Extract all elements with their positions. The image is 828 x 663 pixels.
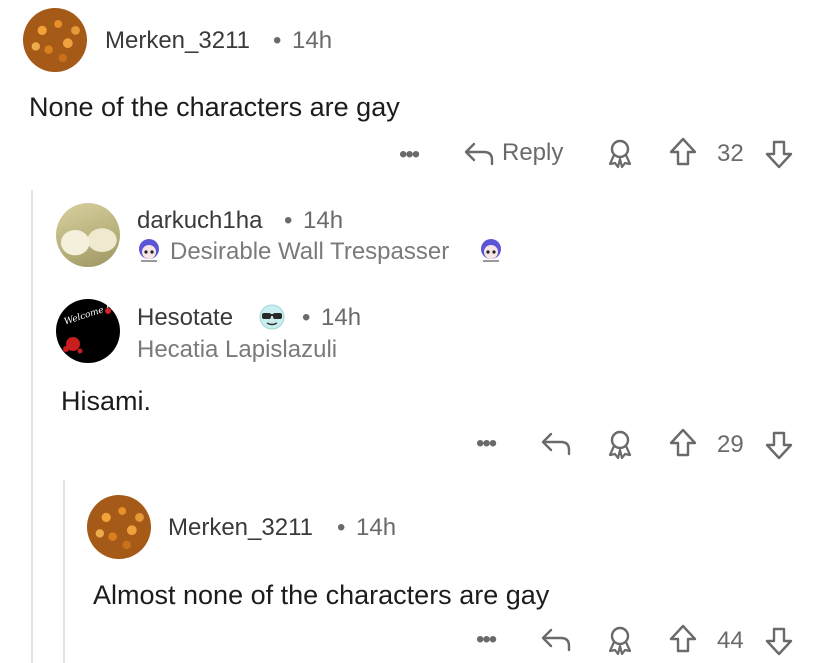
username[interactable]: darkuch1ha xyxy=(137,207,262,235)
award-icon[interactable] xyxy=(604,137,636,169)
downvote-icon[interactable] xyxy=(763,429,795,461)
flair-emoji-icon xyxy=(136,237,162,265)
timestamp: 14h xyxy=(303,207,344,234)
sunglasses-emoji-icon xyxy=(257,302,287,332)
separator-dot: • xyxy=(273,27,282,54)
separator-dot: • xyxy=(284,207,293,234)
thread-line-level-1[interactable] xyxy=(31,190,33,663)
user-flair: Hecatia Lapislazuli xyxy=(137,336,338,363)
more-options-icon[interactable]: ••• xyxy=(399,141,420,169)
avatar[interactable] xyxy=(23,8,87,72)
award-icon[interactable] xyxy=(604,428,636,460)
vote-score: 29 xyxy=(717,431,744,458)
timestamp: 14h xyxy=(292,27,333,54)
upvote-icon[interactable] xyxy=(667,427,699,459)
username[interactable]: Merken_3211 xyxy=(105,27,250,55)
comment-body: Almost none of the characters are gay xyxy=(93,580,550,610)
upvote-icon[interactable] xyxy=(667,623,699,655)
username[interactable]: Merken_3211 xyxy=(168,514,313,542)
separator-dot: • xyxy=(337,514,346,541)
flair-emoji-icon xyxy=(478,237,504,265)
svg-text:Welcome Hell: Welcome Hell xyxy=(63,299,120,327)
timestamp: 14h xyxy=(321,304,362,331)
user-flair: Desirable Wall Trespasser xyxy=(170,238,450,265)
vote-score: 44 xyxy=(717,627,744,654)
username[interactable]: Hesotate xyxy=(137,304,233,332)
downvote-icon[interactable] xyxy=(763,625,795,657)
more-options-icon[interactable]: ••• xyxy=(476,626,497,654)
reply-arrow-icon[interactable] xyxy=(539,428,573,458)
comment-body: Hisami. xyxy=(61,386,152,416)
avatar[interactable]: Welcome Hell xyxy=(56,299,120,363)
avatar[interactable] xyxy=(87,495,151,559)
reply-label: Reply xyxy=(502,139,564,166)
upvote-icon[interactable] xyxy=(667,136,699,168)
timestamp: 14h xyxy=(356,514,397,541)
award-icon[interactable] xyxy=(604,624,636,656)
comment-body: None of the characters are gay xyxy=(29,92,400,122)
avatar[interactable] xyxy=(56,203,120,267)
reply-arrow-icon xyxy=(462,138,496,168)
thread-line-level-2[interactable] xyxy=(63,480,65,663)
vote-score: 32 xyxy=(717,140,744,167)
more-options-icon[interactable]: ••• xyxy=(476,430,497,458)
downvote-icon[interactable] xyxy=(763,138,795,170)
reply-button[interactable]: Reply xyxy=(462,136,563,170)
reply-arrow-icon[interactable] xyxy=(539,624,573,654)
separator-dot: • xyxy=(302,304,311,331)
